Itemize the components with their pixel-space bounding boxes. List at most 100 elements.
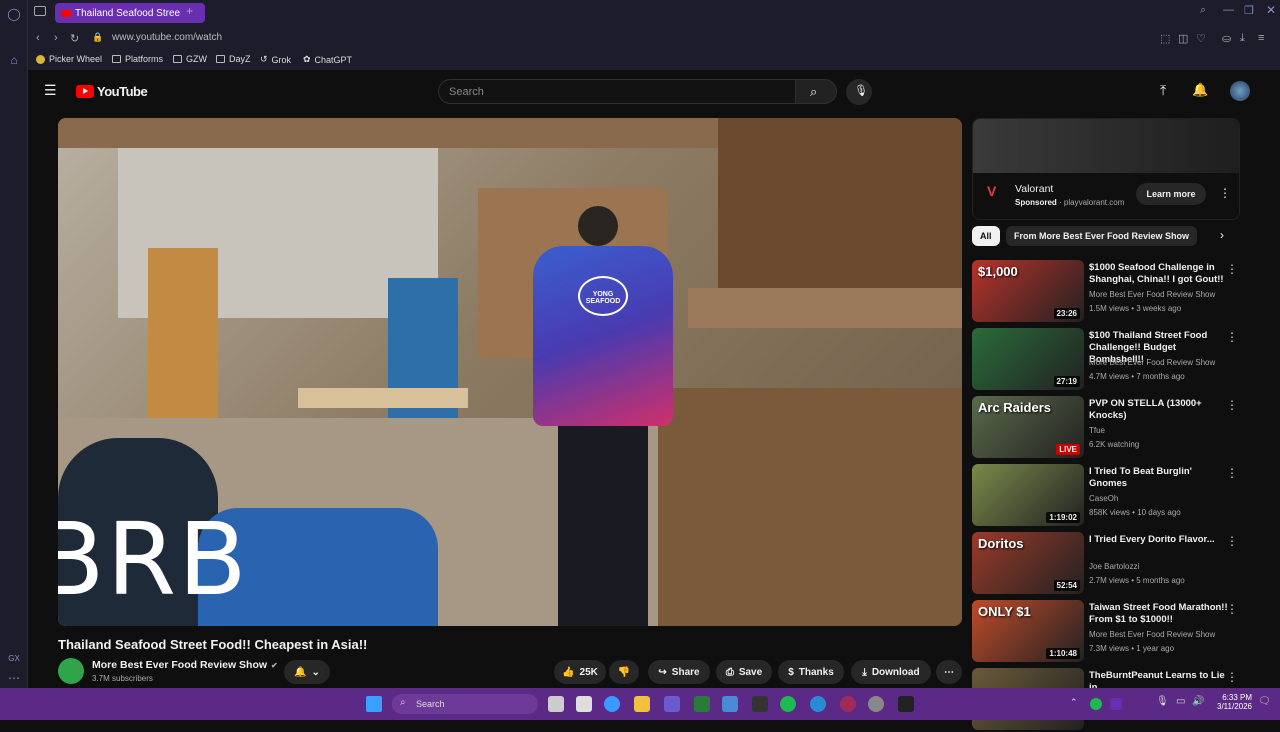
- save-button[interactable]: ⎙ Save: [716, 660, 772, 684]
- like-button[interactable]: 👍 25K: [554, 660, 606, 684]
- ad-more-icon[interactable]: ⋮: [1219, 186, 1231, 200]
- gx-control-icon[interactable]: ⌂: [4, 50, 24, 70]
- search-tabs-icon[interactable]: ⌕: [1200, 4, 1206, 17]
- windows-start-icon[interactable]: [366, 696, 382, 712]
- clock[interactable]: 6:33 PM 3/11/2026: [1212, 693, 1252, 711]
- drop-app-icon[interactable]: [604, 696, 620, 712]
- recommendation-item[interactable]: Arc Raiders LIVE PVP ON STELLA (13000+ Kno…: [972, 396, 1242, 460]
- notepad-icon[interactable]: [722, 696, 738, 712]
- tab-menu-icon[interactable]: [34, 6, 46, 16]
- menu-icon[interactable]: ☰: [44, 82, 57, 99]
- recommendation-channel[interactable]: CaseOh: [1089, 494, 1118, 503]
- epic-games-icon[interactable]: [752, 696, 768, 712]
- excel-icon[interactable]: [694, 696, 710, 712]
- more-options-icon[interactable]: ⋮: [1226, 602, 1238, 616]
- recommendation-channel[interactable]: More Best Ever Food Review Show: [1089, 290, 1215, 299]
- thanks-button[interactable]: $ Thanks: [778, 660, 844, 684]
- explorer-icon[interactable]: [634, 696, 650, 712]
- video-thumbnail[interactable]: 27:19: [972, 328, 1084, 390]
- taskbar-search[interactable]: ⌕ Search: [392, 694, 538, 714]
- dislike-button[interactable]: 👎: [609, 660, 639, 684]
- video-thumbnail[interactable]: ONLY $1 1:10:48: [972, 600, 1084, 662]
- recommendation-channel[interactable]: More Best Ever Food Review Show: [1089, 358, 1215, 367]
- opera-logo-icon[interactable]: ◯: [4, 4, 24, 24]
- learn-more-button[interactable]: Learn more: [1136, 183, 1206, 205]
- recommendation-item[interactable]: $1,000 23:26 $1000 Seafood Challenge in Sh…: [972, 260, 1242, 324]
- share-button[interactable]: ↪ Share: [648, 660, 710, 684]
- bookmark-chatgpt[interactable]: ✿ ChatGPT: [303, 54, 352, 65]
- snapshot-icon[interactable]: ⬚: [1160, 32, 1170, 45]
- recommendation-channel[interactable]: Tfue: [1089, 426, 1105, 435]
- bell-icon[interactable]: 🔔: [1192, 82, 1208, 98]
- minimize-icon[interactable]: —: [1223, 4, 1234, 16]
- more-icon[interactable]: ⋯: [4, 668, 24, 688]
- file-manager-icon[interactable]: [576, 696, 592, 712]
- recommendation-item[interactable]: Doritos 52:54 I Tried Every Dorito Flavor.…: [972, 532, 1242, 596]
- more-actions-button[interactable]: ⋯: [936, 660, 962, 684]
- ad-card[interactable]: V Valorant Sponsored · playvalorant.com …: [972, 118, 1240, 220]
- tray-chevron-icon[interactable]: ⌃: [1070, 697, 1078, 708]
- network-icon[interactable]: ▭: [1176, 696, 1185, 707]
- recommendation-item[interactable]: ONLY $1 1:10:48 Taiwan Street Food Maratho…: [972, 600, 1242, 664]
- recommendation-channel[interactable]: Joe Bartolozzi: [1089, 562, 1139, 571]
- upload-icon[interactable]: ⤒: [1160, 82, 1166, 99]
- volume-icon[interactable]: 🔊: [1192, 696, 1204, 707]
- close-window-icon[interactable]: ✕: [1266, 3, 1276, 17]
- tray-app-icon[interactable]: [1110, 698, 1122, 710]
- channel-avatar[interactable]: [58, 658, 84, 684]
- spotify-icon[interactable]: [780, 696, 796, 712]
- url-field[interactable]: www.youtube.com/watch: [112, 32, 222, 43]
- video-thumbnail[interactable]: $1,000 23:26: [972, 260, 1084, 322]
- more-options-icon[interactable]: ⋮: [1226, 330, 1238, 344]
- tab-active[interactable]: Thailand Seafood Stree: [55, 3, 205, 23]
- bookmark-gzw[interactable]: GZW: [173, 54, 207, 64]
- opera-gx-icon[interactable]: [840, 696, 856, 712]
- chip-all[interactable]: All: [972, 226, 1000, 246]
- tray-spotify-icon[interactable]: [1090, 698, 1102, 710]
- more-options-icon[interactable]: ⋮: [1226, 466, 1238, 480]
- video-player[interactable]: YONG SEAFOOD BRB: [58, 118, 962, 626]
- video-thumbnail[interactable]: 1:19:02: [972, 464, 1084, 526]
- bookmark-platforms[interactable]: Platforms: [112, 54, 163, 64]
- chrome-icon[interactable]: [868, 696, 884, 712]
- youtube-logo[interactable]: YouTube: [76, 84, 148, 99]
- dayz-icon[interactable]: [898, 696, 914, 712]
- forward-icon[interactable]: ›: [54, 32, 58, 44]
- app-grid-icon[interactable]: [664, 696, 680, 712]
- account-icon[interactable]: ⛀: [1222, 32, 1231, 45]
- easy-setup-icon[interactable]: ≡: [1258, 32, 1264, 44]
- download-button[interactable]: ⤓ Download: [851, 660, 931, 684]
- reload-icon[interactable]: ↻: [70, 32, 79, 45]
- recommendation-title[interactable]: Taiwan Street Food Marathon!! From $1 to…: [1089, 602, 1229, 626]
- video-thumbnail[interactable]: Doritos 52:54: [972, 532, 1084, 594]
- search-input[interactable]: Search: [438, 79, 796, 104]
- channel-name[interactable]: More Best Ever Food Review Show ✔: [92, 659, 278, 671]
- avatar[interactable]: [1230, 81, 1250, 101]
- bookmark-dayz[interactable]: DayZ: [216, 54, 251, 64]
- pocket-icon[interactable]: ◫: [1178, 32, 1188, 45]
- recommendation-channel[interactable]: More Best Ever Food Review Show: [1089, 630, 1215, 639]
- more-options-icon[interactable]: ⋮: [1226, 262, 1238, 276]
- download-icon[interactable]: ⤓: [1240, 32, 1245, 45]
- chips-next-icon[interactable]: ›: [1220, 228, 1224, 242]
- recommendation-title[interactable]: PVP ON STELLA (13000+ Knocks): [1089, 398, 1229, 422]
- edge-icon[interactable]: [810, 696, 826, 712]
- recommendation-item[interactable]: 1:19:02 I Tried To Beat Burglin' Gnomes Ca…: [972, 464, 1242, 528]
- recommendation-title[interactable]: I Tried To Beat Burglin' Gnomes: [1089, 466, 1229, 490]
- bookmark-grok[interactable]: ↺ Grok: [260, 54, 291, 65]
- recommendation-item[interactable]: 27:19 $100 Thailand Street Food Challenge…: [972, 328, 1242, 392]
- bookmark-picker-wheel[interactable]: Picker Wheel: [36, 54, 102, 64]
- mic-tray-icon[interactable]: 🎙: [1156, 696, 1169, 707]
- search-button[interactable]: ⌕: [795, 79, 837, 104]
- back-icon[interactable]: ‹: [36, 32, 40, 44]
- more-options-icon[interactable]: ⋮: [1226, 398, 1238, 412]
- video-thumbnail[interactable]: Arc Raiders LIVE: [972, 396, 1084, 458]
- recommendation-title[interactable]: $1000 Seafood Challenge in Shanghai, Chi…: [1089, 262, 1229, 286]
- task-view-icon[interactable]: [548, 696, 564, 712]
- chip-from-channel[interactable]: From More Best Ever Food Review Show: [1006, 226, 1198, 246]
- more-options-icon[interactable]: ⋮: [1226, 534, 1238, 548]
- recommendation-title[interactable]: I Tried Every Dorito Flavor...: [1089, 534, 1229, 546]
- voice-search-button[interactable]: 🎙: [846, 79, 872, 105]
- more-options-icon[interactable]: ⋮: [1226, 670, 1238, 684]
- subscribe-bell-button[interactable]: 🔔 ⌄: [284, 660, 330, 684]
